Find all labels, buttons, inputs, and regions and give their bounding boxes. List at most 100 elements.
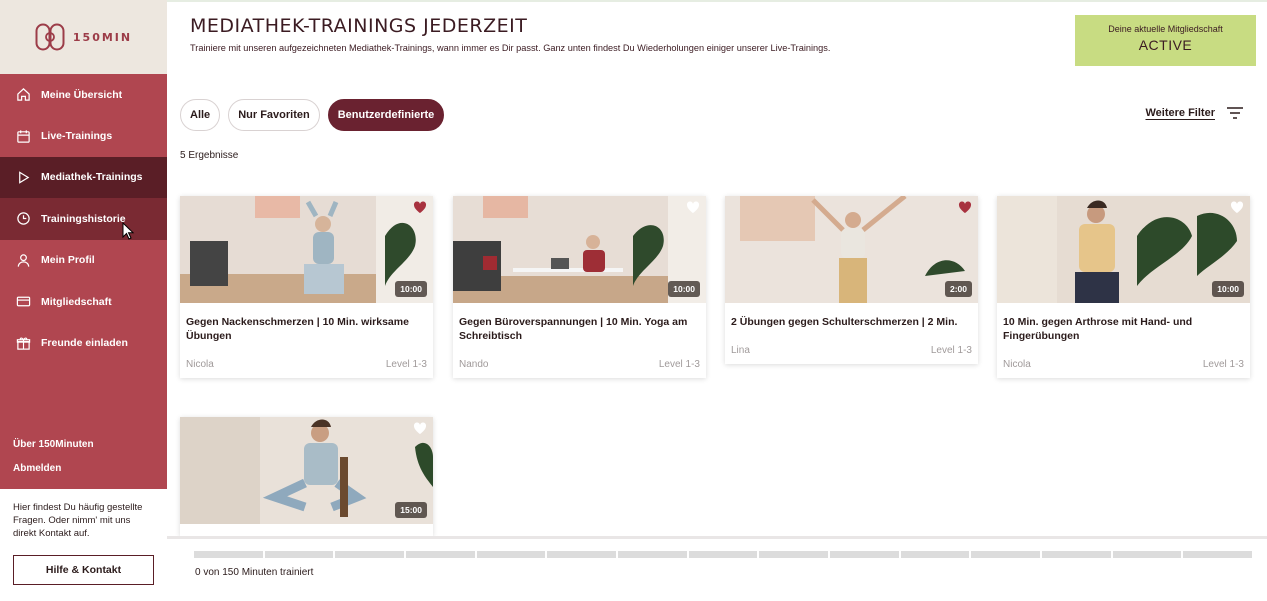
duration-badge: 10:00 [668, 281, 700, 297]
trainer-name: Nicola [1003, 359, 1031, 370]
user-icon [17, 254, 30, 267]
sidebar-links: Über 150Minuten Abmelden [13, 437, 94, 485]
favorite-heart-icon[interactable] [958, 201, 972, 214]
filter-chips: Alle Nur Favoriten Benutzerdefinierte [180, 99, 445, 131]
card-meta: Nicola Level 1-3 [997, 353, 1250, 378]
favorite-heart-icon[interactable] [1230, 201, 1244, 214]
calendar-icon [17, 129, 30, 143]
play-icon [19, 171, 30, 184]
sidebar-item-membership[interactable]: Mitgliedschaft [0, 281, 167, 322]
help-text: Hier findest Du häufig gestellte Fragen.… [13, 502, 143, 539]
progress-segment [618, 551, 687, 558]
main-content: Alle Nur Favoriten Benutzerdefinierte We… [167, 74, 1267, 536]
duration-badge: 15:00 [395, 502, 427, 518]
sidebar-item-label: Mitgliedschaft [41, 295, 112, 308]
results-count: 5 Ergebnisse [180, 150, 239, 161]
sidebar-item-label: Mein Profil [41, 254, 95, 267]
progress-segment [1183, 551, 1253, 558]
favorite-heart-icon[interactable] [686, 201, 700, 214]
favorite-heart-icon[interactable] [413, 422, 427, 435]
card-title: Gegen Nackenschmerzen | 10 Min. wirksame… [186, 316, 409, 342]
progress-segment [194, 551, 263, 558]
card-title: Gegen Büroverspannungen | 10 Min. Yoga a… [459, 316, 688, 342]
sidebar-item-profile[interactable]: Mein Profil [0, 240, 167, 281]
video-thumbnail: 10:00 [180, 196, 433, 303]
progress-segment [264, 551, 334, 558]
level-label: Level 1-3 [385, 359, 427, 370]
progress-segment [335, 551, 405, 558]
favorite-heart-icon[interactable] [413, 201, 427, 214]
filter-lines-icon [1227, 107, 1243, 119]
sidebar: 150MIN Meine Übersicht Live-Trainings Me… [0, 0, 167, 601]
sidebar-item-invite[interactable]: Freunde einladen [0, 322, 167, 363]
progress-segment [476, 551, 546, 558]
training-card[interactable]: 2:00 2 Übungen gegen Schulterschmerzen |… [725, 196, 978, 364]
help-contact-button[interactable]: Hilfe & Kontakt [13, 555, 154, 585]
membership-status: ACTIVE [1138, 37, 1193, 53]
video-thumbnail: 10:00 [453, 196, 706, 303]
card-title: 2 Übungen gegen Schulterschmerzen | 2 Mi… [731, 316, 958, 328]
card-icon [16, 296, 31, 307]
logo[interactable]: 150MIN [0, 0, 167, 74]
card-meta: Lina Level 1-3 [725, 339, 978, 364]
progress-footer: 0 von 150 Minuten trainiert [167, 536, 1267, 601]
page-subtitle: Trainiere mit unseren aufgezeichneten Me… [190, 43, 831, 53]
progress-text: 0 von 150 Minuten trainiert [195, 567, 314, 578]
mouse-cursor-icon [122, 222, 135, 240]
card-meta: Nando Level 1-3 [453, 353, 706, 378]
card-meta: Nicola Level 1-3 [180, 353, 433, 378]
training-card[interactable]: 10:00 10 Min. gegen Arthrose mit Hand- u… [997, 196, 1250, 378]
membership-label: Deine aktuelle Mitgliedschaft [1108, 24, 1223, 34]
training-card[interactable]: 10:00 Gegen Büroverspannungen | 10 Min. … [453, 196, 706, 378]
level-label: Level 1-3 [930, 345, 972, 356]
filter-custom-chip[interactable]: Benutzerdefinierte [327, 99, 445, 131]
brand-name: 150MIN [72, 30, 133, 44]
filter-all-chip[interactable]: Alle [180, 99, 221, 131]
more-filters-button[interactable]: Weitere Filter [1145, 107, 1243, 119]
video-thumbnail: 2:00 [725, 196, 978, 303]
sidebar-item-history[interactable]: Trainingshistorie [0, 198, 167, 240]
sidebar-item-live-trainings[interactable]: Live-Trainings [0, 115, 167, 156]
filter-favorites-chip[interactable]: Nur Favoriten [228, 99, 320, 131]
logout-link[interactable]: Abmelden [13, 461, 94, 485]
progress-segment [547, 551, 617, 558]
trainer-name: Nicola [186, 359, 214, 370]
sidebar-item-label: Mediathek-Trainings [41, 171, 143, 184]
logo-icon [35, 23, 65, 51]
thumbnail-image [725, 196, 978, 303]
membership-badge: Deine aktuelle Mitgliedschaft ACTIVE [1075, 15, 1256, 66]
sidebar-item-label: Freunde einladen [41, 337, 128, 350]
level-label: Level 1-3 [1202, 359, 1244, 370]
help-box: Hier findest Du häufig gestellte Fragen.… [0, 489, 167, 601]
card-title: 10 Min. gegen Arthrose mit Hand- und Fin… [1003, 316, 1193, 342]
sidebar-item-label: Meine Übersicht [41, 88, 123, 101]
page-title: MEDIATHEK-TRAININGS JEDERZEIT [190, 15, 528, 37]
about-link[interactable]: Über 150Minuten [13, 437, 94, 461]
page-header: MEDIATHEK-TRAININGS JEDERZEIT Trainiere … [167, 0, 1267, 74]
sidebar-item-overview[interactable]: Meine Übersicht [0, 74, 167, 115]
trainer-name: Nando [459, 359, 489, 370]
progress-segment [971, 551, 1041, 558]
progress-segment [830, 551, 899, 558]
video-thumbnail: 10:00 [997, 196, 1250, 303]
duration-badge: 10:00 [1212, 281, 1244, 297]
training-card[interactable]: 10:00 Gegen Nackenschmerzen | 10 Min. wi… [180, 196, 433, 378]
progress-segment [688, 551, 758, 558]
sidebar-item-mediathek[interactable]: Mediathek-Trainings [0, 156, 167, 199]
duration-badge: 10:00 [395, 281, 427, 297]
training-card[interactable]: 15:00 [180, 417, 433, 536]
level-label: Level 1-3 [658, 359, 700, 370]
gift-icon [16, 337, 31, 350]
sidebar-item-label: Trainingshistorie [41, 212, 126, 225]
progress-segment [406, 551, 475, 558]
home-icon [17, 88, 30, 101]
progress-segment [759, 551, 829, 558]
duration-badge: 2:00 [944, 281, 972, 297]
sidebar-nav: Meine Übersicht Live-Trainings Mediathek… [0, 74, 167, 364]
more-filters-label: Weitere Filter [1145, 107, 1216, 119]
progress-bar [194, 551, 1253, 558]
progress-segment [1042, 551, 1111, 558]
sidebar-item-label: Live-Trainings [41, 130, 113, 143]
progress-segment [1112, 551, 1182, 558]
clock-icon [17, 212, 30, 226]
